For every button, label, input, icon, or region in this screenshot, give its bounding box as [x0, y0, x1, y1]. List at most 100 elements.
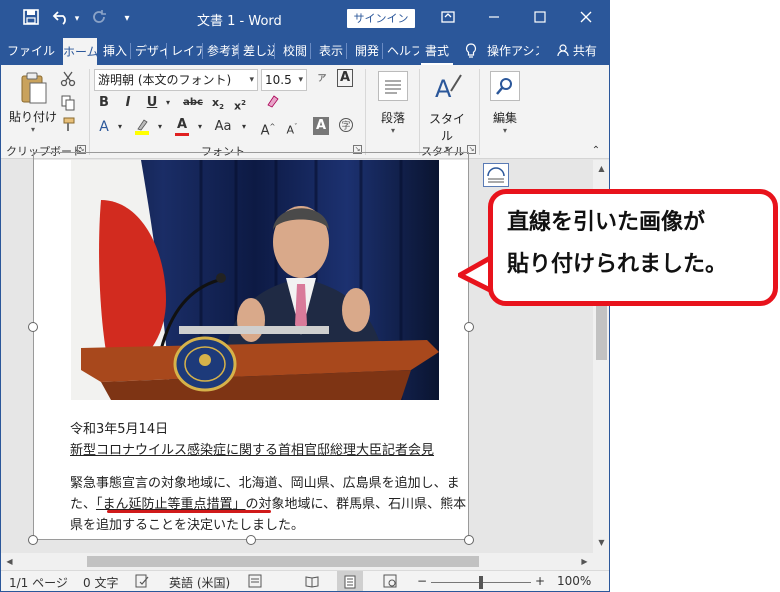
- superscript-icon[interactable]: x2: [231, 93, 249, 113]
- callout-text: 直線を引いた画像が 貼り付けられました。: [507, 202, 777, 286]
- callout-line-2: 貼り付けられました。: [507, 252, 728, 277]
- zoom-slider-thumb[interactable]: [479, 576, 483, 589]
- zoom-out-button[interactable]: −: [417, 574, 427, 588]
- maximize-icon[interactable]: [525, 7, 555, 29]
- zoom-level[interactable]: 100%: [557, 574, 591, 588]
- change-case-dropdown-icon[interactable]: ▾: [235, 117, 253, 137]
- proofing-icon[interactable]: [135, 574, 149, 591]
- word-count[interactable]: 0 文字: [83, 574, 118, 591]
- lightbulb-icon[interactable]: [463, 37, 479, 65]
- document-page: 令和3年5月14日 新型コロナウイルス感染症に関する首相官邸総理大臣記者会見 緊…: [33, 160, 469, 540]
- clipboard-launcher-icon[interactable]: ↘: [77, 145, 86, 154]
- tab-review[interactable]: 校閲: [279, 37, 311, 65]
- editing-button[interactable]: 編集 ▾: [485, 71, 525, 135]
- resize-handle-bottom[interactable]: [246, 535, 256, 545]
- layout-options-icon[interactable]: [483, 163, 509, 187]
- horizontal-scroll-thumb[interactable]: [87, 556, 479, 567]
- scroll-down-icon[interactable]: ▼: [593, 534, 609, 551]
- undo-dropdown-icon[interactable]: ▾: [71, 9, 83, 29]
- bold-icon[interactable]: B: [95, 93, 113, 113]
- callout-line-1: 直線を引いた画像が: [507, 210, 706, 235]
- ribbon-display-icon[interactable]: [433, 7, 463, 29]
- styles-button[interactable]: A スタイル ▾: [425, 71, 469, 153]
- tell-me-box[interactable]: 操作アシスト: [487, 37, 539, 65]
- tab-mailings[interactable]: 差し込み: [243, 37, 275, 65]
- collapse-ribbon-icon[interactable]: ⌃: [587, 141, 605, 161]
- tab-view[interactable]: 表示: [315, 37, 347, 65]
- tab-label: レイアウト: [171, 44, 203, 58]
- press-conference-photo[interactable]: [71, 160, 439, 400]
- cut-icon[interactable]: [59, 71, 77, 91]
- font-size-combo[interactable]: 10.5 ▾: [261, 69, 307, 91]
- tab-design[interactable]: デザイン: [135, 37, 167, 65]
- character-shading-icon[interactable]: A: [313, 117, 329, 135]
- highlight-color-icon[interactable]: [133, 117, 151, 137]
- subscript-icon[interactable]: x2: [209, 93, 227, 113]
- grow-font-icon[interactable]: A^: [259, 117, 277, 138]
- redo-icon[interactable]: [87, 9, 111, 29]
- share-button[interactable]: 共有: [557, 37, 607, 65]
- paste-button[interactable]: 貼り付け ▾: [9, 71, 57, 134]
- web-layout-icon[interactable]: [383, 574, 397, 591]
- scroll-up-icon[interactable]: ▲: [593, 160, 609, 177]
- tab-developer[interactable]: 開発: [351, 37, 383, 65]
- drawn-red-line[interactable]: [107, 510, 271, 513]
- resize-handle-left[interactable]: [28, 322, 38, 332]
- edit-label: 編集: [492, 111, 517, 125]
- tab-home[interactable]: ホーム: [63, 37, 97, 65]
- ribbon-tabs: ファイル ホーム 挿入 デザイン レイアウト 参考資料 差し込み 校閲 表示 開…: [1, 37, 609, 65]
- font-name-combo[interactable]: 游明朝 (本文のフォント) ▾: [94, 69, 258, 91]
- character-border-icon[interactable]: A: [337, 69, 353, 87]
- resize-handle-bottom-left[interactable]: [28, 535, 38, 545]
- undo-icon[interactable]: [49, 9, 73, 29]
- underline-dropdown-icon[interactable]: ▾: [159, 93, 177, 113]
- font-launcher-icon[interactable]: ↘: [353, 145, 362, 154]
- minimize-icon[interactable]: [479, 7, 509, 29]
- font-color-icon[interactable]: A: [173, 115, 191, 136]
- font-name-value: 游明朝 (本文のフォント): [98, 73, 232, 87]
- read-mode-icon[interactable]: [305, 574, 319, 591]
- change-case-icon[interactable]: Aa: [211, 117, 235, 137]
- zoom-in-button[interactable]: +: [535, 574, 545, 588]
- tab-help[interactable]: ヘルプ: [387, 37, 419, 65]
- scroll-left-icon[interactable]: ◀: [1, 553, 18, 570]
- phonetic-guide-icon[interactable]: ア: [313, 69, 331, 89]
- close-icon[interactable]: [571, 7, 601, 29]
- copy-icon[interactable]: [59, 95, 77, 115]
- signin-button[interactable]: サインイン: [347, 9, 415, 28]
- clear-formatting-icon[interactable]: [263, 93, 281, 113]
- style-launcher-icon[interactable]: ↘: [467, 145, 476, 154]
- print-layout-icon[interactable]: [337, 571, 363, 591]
- text-effects-dropdown-icon[interactable]: ▾: [111, 117, 129, 137]
- style-label: スタイル: [428, 112, 465, 143]
- tab-insert[interactable]: 挿入: [99, 37, 131, 65]
- resize-handle-right[interactable]: [464, 322, 474, 332]
- format-painter-icon[interactable]: [59, 117, 77, 137]
- strikethrough-icon[interactable]: abc: [181, 93, 205, 113]
- window-title: 文書 1 - Word: [197, 14, 282, 29]
- enclose-characters-icon[interactable]: 字: [337, 117, 355, 137]
- body-line-2-pre: た、: [70, 497, 97, 512]
- horizontal-scrollbar[interactable]: ◀ ▶: [1, 553, 593, 570]
- language[interactable]: 英語 (米国): [169, 574, 230, 591]
- font-color-dropdown-icon[interactable]: ▾: [191, 117, 209, 137]
- highlight-dropdown-icon[interactable]: ▾: [151, 117, 169, 137]
- date-line: 令和3年5月14日: [70, 422, 169, 437]
- zoom-slider[interactable]: [431, 576, 531, 589]
- tab-file[interactable]: ファイル: [5, 37, 57, 65]
- save-icon[interactable]: [19, 9, 43, 29]
- shrink-font-icon[interactable]: Aˇ: [283, 117, 301, 137]
- accessibility-icon[interactable]: [248, 574, 262, 591]
- tab-format[interactable]: 書式: [421, 37, 453, 65]
- italic-icon[interactable]: I: [119, 93, 137, 113]
- scrollbar-corner: [593, 553, 609, 570]
- scroll-right-icon[interactable]: ▶: [576, 553, 593, 570]
- tab-references[interactable]: 参考資料: [207, 37, 239, 65]
- page-count[interactable]: 1/1 ページ: [9, 574, 68, 591]
- tab-layout[interactable]: レイアウト: [171, 37, 203, 65]
- paragraph-button[interactable]: 段落 ▾: [375, 71, 411, 135]
- tab-label: ホーム: [63, 45, 97, 59]
- customize-qat-icon[interactable]: ▾: [119, 9, 135, 29]
- paste-label: 貼り付け: [9, 110, 58, 124]
- resize-handle-bottom-right[interactable]: [464, 535, 474, 545]
